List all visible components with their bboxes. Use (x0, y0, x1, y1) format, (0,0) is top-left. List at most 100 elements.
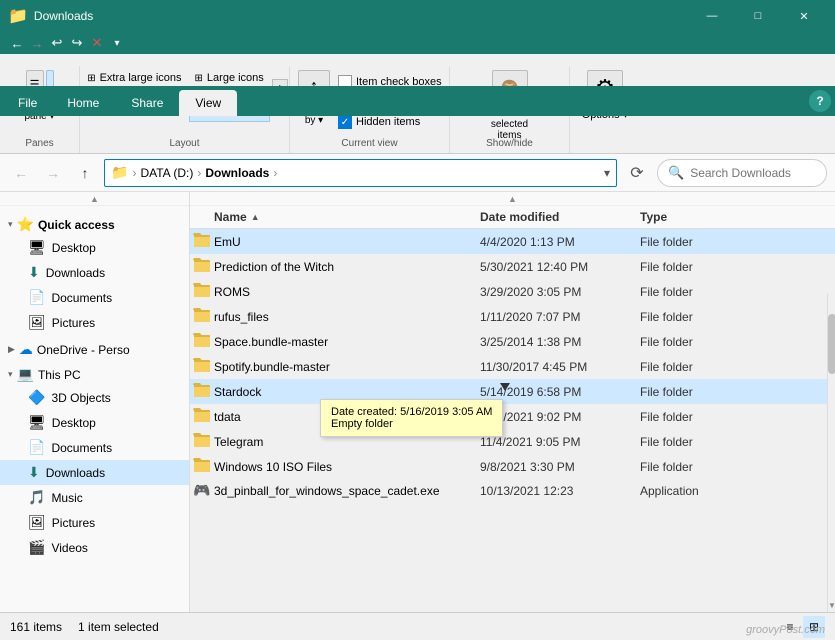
file-row-spotify[interactable]: Spotify.bundle-master 11/30/2017 4:45 PM… (190, 354, 835, 379)
3d-objects-icon: 🔷 (28, 389, 45, 406)
addr-chevron-1: › (132, 166, 136, 180)
sidebar-section-this-pc[interactable]: ▾ 💻 This PC (0, 360, 189, 385)
titlebar-title: Downloads (34, 9, 689, 23)
quick-access-label: Quick access (38, 218, 115, 232)
onedrive-chevron: ▶ (8, 344, 15, 355)
sidebar-section-onedrive[interactable]: ▶ ☁ OneDrive - Perso (0, 335, 189, 360)
hidden-items-label: Hidden items (356, 116, 420, 128)
file-row-tdata[interactable]: tdata 9/21/2021 9:02 PM File folder (190, 404, 835, 429)
sidebar-item-downloads-pc[interactable]: ⬇ Downloads (0, 460, 189, 485)
file-row-3dpinball[interactable]: 🎮 3d_pinball_for_windows_space_cadet.exe… (190, 479, 835, 502)
item-count: 161 items (10, 620, 62, 634)
onedrive-icon: ☁ (19, 341, 33, 358)
up-button[interactable]: ↑ (72, 160, 98, 186)
breadcrumb-part-2[interactable]: Downloads (205, 166, 269, 180)
file-row-win10[interactable]: Windows 10 ISO Files 9/8/2021 3:30 PM Fi… (190, 454, 835, 479)
panes-label: Panes (0, 138, 79, 149)
maximize-button[interactable]: □ (735, 0, 781, 32)
minimize-button[interactable]: — (689, 0, 735, 32)
file-name-space: Space.bundle-master (214, 335, 480, 349)
address-dropdown[interactable]: ▾ (604, 166, 610, 180)
search-box[interactable]: 🔍 (657, 159, 827, 187)
forward-nav-button[interactable]: → (40, 160, 66, 186)
close-button[interactable]: ✕ (781, 0, 827, 32)
file-date-3dpinball: 10/13/2021 12:23 (480, 484, 640, 498)
addr-chevron-2: › (197, 166, 201, 180)
hidden-items-checkbox[interactable]: ✓ (338, 115, 352, 129)
sidebar-section-quick-access[interactable]: ▾ ⭐ Quick access (0, 210, 189, 235)
col-name-label[interactable]: Name (214, 210, 247, 224)
file-name-rufus: rufus_files (214, 310, 480, 324)
documents-icon: 📄 (28, 289, 45, 306)
sidebar-item-documents-pc[interactable]: 📄 Documents (0, 435, 189, 460)
sidebar-pictures-label: Pictures (52, 316, 95, 330)
hidden-items-option[interactable]: ✓ Hidden items (336, 114, 462, 130)
folder-icon-prediction (193, 257, 211, 273)
main-content: ▲ ▾ ⭐ Quick access 🖥 Desktop ⬇ Downloads (0, 192, 835, 612)
sidebar-item-documents[interactable]: 📄 Documents (0, 285, 189, 310)
file-row-space[interactable]: Space.bundle-master 3/25/2014 1:38 PM Fi… (190, 329, 835, 354)
filelist-scroll-top[interactable]: ▲ (190, 192, 835, 206)
downloads-pc-icon: ⬇ (28, 464, 40, 481)
folder-icon-rufus (193, 307, 211, 323)
search-icon: 🔍 (668, 165, 684, 181)
breadcrumb-part-1[interactable]: DATA (D:) (140, 166, 193, 180)
file-row-emu[interactable]: EmU 4/4/2020 1:13 PM File folder (190, 229, 835, 254)
sidebar-item-music[interactable]: 🎵 Music (0, 485, 189, 510)
tab-view[interactable]: View (179, 90, 237, 116)
refresh-button[interactable]: ⟳ (623, 159, 651, 187)
file-row-stardock[interactable]: Stardock 5/14/2019 6:58 PM File folder (190, 379, 835, 404)
layout-large[interactable]: ⊞ Large icons (189, 70, 270, 86)
file-row-telegram[interactable]: Telegram 11/4/2021 9:05 PM File folder (190, 429, 835, 454)
sidebar-downloads-qa-label: Downloads (46, 266, 105, 280)
folder-icon-spotify (193, 357, 211, 373)
forward-button[interactable]: → (28, 34, 46, 52)
file-name-win10: Windows 10 ISO Files (214, 460, 480, 474)
folder-icon-tdata (193, 407, 211, 423)
customize-qat-button[interactable]: ▾ (108, 34, 126, 52)
sidebar-item-3d-objects[interactable]: 🔷 3D Objects (0, 385, 189, 410)
watermark: groovyPost.com (746, 624, 825, 636)
file-row-roms[interactable]: ROMS 3/29/2020 3:05 PM File folder (190, 279, 835, 304)
sidebar-item-pictures[interactable]: 🖼 Pictures (0, 310, 189, 335)
vertical-scrollbar[interactable]: ▼ (827, 294, 835, 612)
music-icon: 🎵 (28, 489, 45, 506)
file-date-tdata: 9/21/2021 9:02 PM (480, 410, 640, 424)
delete-button[interactable]: ✕ (88, 34, 106, 52)
sidebar-item-videos[interactable]: 🎬 Videos (0, 535, 189, 560)
scrollbar-thumb[interactable] (828, 314, 835, 374)
sidebar-videos-label: Videos (51, 541, 87, 555)
help-button[interactable]: ? (809, 90, 831, 112)
folder-icon-telegram (193, 432, 211, 448)
file-date-telegram: 11/4/2021 9:05 PM (480, 435, 640, 449)
address-bar[interactable]: 📁 › DATA (D:) › Downloads › ▾ (104, 159, 617, 187)
titlebar-icon: 📁 (8, 6, 28, 26)
folder-icon-win10 (193, 457, 211, 473)
sidebar-item-downloads-qa[interactable]: ⬇ Downloads (0, 260, 189, 285)
back-nav-button[interactable]: ← (8, 160, 34, 186)
tab-share[interactable]: Share (115, 90, 179, 116)
tab-file[interactable]: File (4, 90, 51, 116)
col-date-label[interactable]: Date modified (480, 210, 559, 224)
layout-extra-large[interactable]: ⊞ Extra large icons (81, 70, 187, 86)
filelist-header: Name ▲ Date modified Type (190, 206, 835, 229)
file-type-win10: File folder (640, 460, 835, 474)
sidebar-item-pictures-pc[interactable]: 🖼 Pictures (0, 510, 189, 535)
redo-button[interactable]: ↪ (68, 34, 86, 52)
scrollbar-down-arrow[interactable]: ▼ (828, 598, 835, 612)
file-date-prediction: 5/30/2021 12:40 PM (480, 260, 640, 274)
undo-button[interactable]: ↩ (48, 34, 66, 52)
search-input[interactable] (690, 166, 816, 180)
sidebar-scroll-top[interactable]: ▲ (0, 192, 189, 206)
quick-access-chevron: ▾ (8, 219, 13, 230)
file-name-spotify: Spotify.bundle-master (214, 360, 480, 374)
sidebar-item-desktop-pc[interactable]: 🖥 Desktop (0, 410, 189, 435)
file-row-prediction[interactable]: Prediction of the Witch 5/30/2021 12:40 … (190, 254, 835, 279)
col-type-label[interactable]: Type (640, 210, 667, 224)
file-row-rufus[interactable]: rufus_files 1/11/2020 7:07 PM File folde… (190, 304, 835, 329)
tab-home[interactable]: Home (51, 90, 115, 116)
back-button[interactable]: ← (8, 34, 26, 52)
file-type-space: File folder (640, 335, 835, 349)
ribbon-tabs: File Home Share View ? (0, 86, 835, 116)
sidebar-item-desktop[interactable]: 🖥 Desktop (0, 235, 189, 260)
